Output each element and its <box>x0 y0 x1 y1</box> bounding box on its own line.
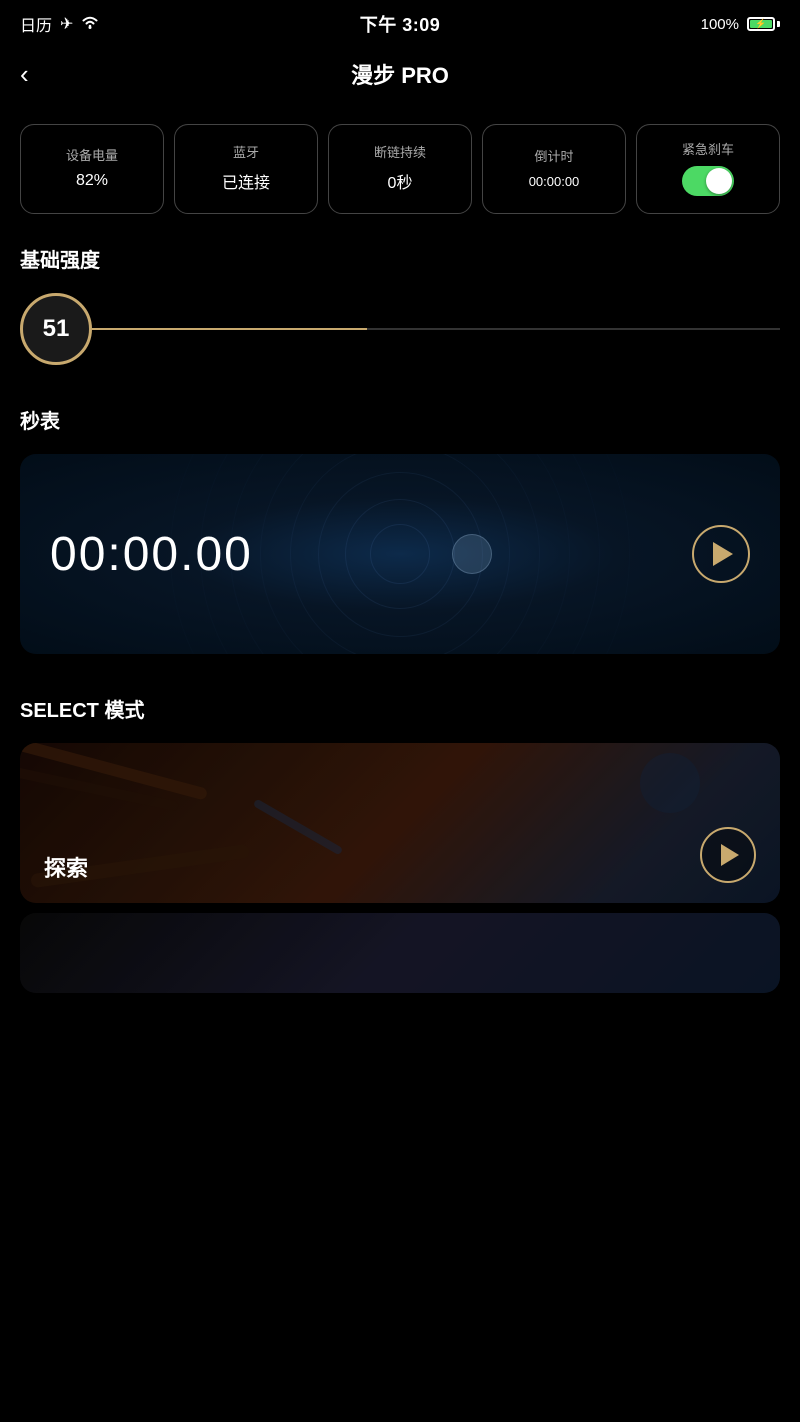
countdown-card-value: 00:00:00 <box>529 174 580 189</box>
back-button[interactable]: ‹ <box>20 61 29 87</box>
bluetooth-card: 蓝牙 已连接 <box>174 124 318 214</box>
page-title: 漫步 PRO <box>351 58 449 90</box>
battery-bolt-icon: ⚡ <box>755 19 766 30</box>
battery-card-value: 82% <box>76 172 108 190</box>
status-left: 日历 ✈ <box>20 12 99 36</box>
battery-card-label: 设备电量 <box>66 148 118 165</box>
bluetooth-card-value: 已连接 <box>222 169 270 193</box>
stopwatch-play-button[interactable] <box>692 525 750 583</box>
page-header: ‹ 漫步 PRO <box>0 44 800 104</box>
intensity-slider-container: 51 <box>0 283 800 385</box>
explore-play-button[interactable] <box>700 827 756 883</box>
slider-thumb[interactable]: 51 <box>20 293 92 365</box>
explore-card-content: 探索 <box>20 743 780 903</box>
countdown-card: 倒计时 00:00:00 <box>482 124 626 214</box>
explore-label: 探索 <box>44 851 88 883</box>
play-icon <box>713 542 733 566</box>
countdown-card-label: 倒计时 <box>534 149 573 166</box>
status-bar: 日历 ✈ 下午 3:09 100% ⚡ <box>0 0 800 44</box>
toggle-knob <box>706 168 732 194</box>
calendar-icon: 日历 <box>20 12 52 36</box>
stopwatch-container: 00:00.00 <box>20 454 780 654</box>
select-mode-section-title: SELECT 模式 <box>0 674 800 733</box>
slider-fill <box>92 328 367 330</box>
airplane-icon: ✈ <box>60 14 73 34</box>
disconnect-card-label: 断链持续 <box>374 145 426 162</box>
battery-card: 设备电量 82% <box>20 124 164 214</box>
stopwatch-content: 00:00.00 <box>20 454 780 654</box>
bluetooth-card-label: 蓝牙 <box>233 145 259 162</box>
disconnect-card-value: 0秒 <box>388 169 413 193</box>
slider-track[interactable] <box>92 328 780 330</box>
explore-play-icon <box>721 844 739 866</box>
explore-mode-card[interactable]: 探索 <box>20 743 780 903</box>
intensity-section-title: 基础强度 <box>0 224 800 283</box>
status-time: 下午 3:09 <box>360 11 441 37</box>
battery-percentage: 100% <box>701 16 739 33</box>
second-card-content <box>20 913 780 993</box>
disconnect-card: 断链持续 0秒 <box>328 124 472 214</box>
stopwatch-time: 00:00.00 <box>50 527 253 582</box>
brake-card: 紧急刹车 <box>636 124 780 214</box>
wifi-icon <box>81 15 99 34</box>
slider-value: 51 <box>43 315 70 343</box>
stopwatch-section-title: 秒表 <box>0 385 800 444</box>
stopwatch-center-indicator <box>452 534 492 574</box>
second-mode-card[interactable] <box>20 913 780 993</box>
brake-card-label: 紧急刹车 <box>682 142 734 159</box>
battery-icon: ⚡ <box>747 17 780 31</box>
info-cards: 设备电量 82% 蓝牙 已连接 断链持续 0秒 倒计时 00:00:00 紧急刹… <box>0 104 800 224</box>
brake-toggle[interactable] <box>682 166 734 196</box>
status-right: 100% ⚡ <box>701 16 780 33</box>
